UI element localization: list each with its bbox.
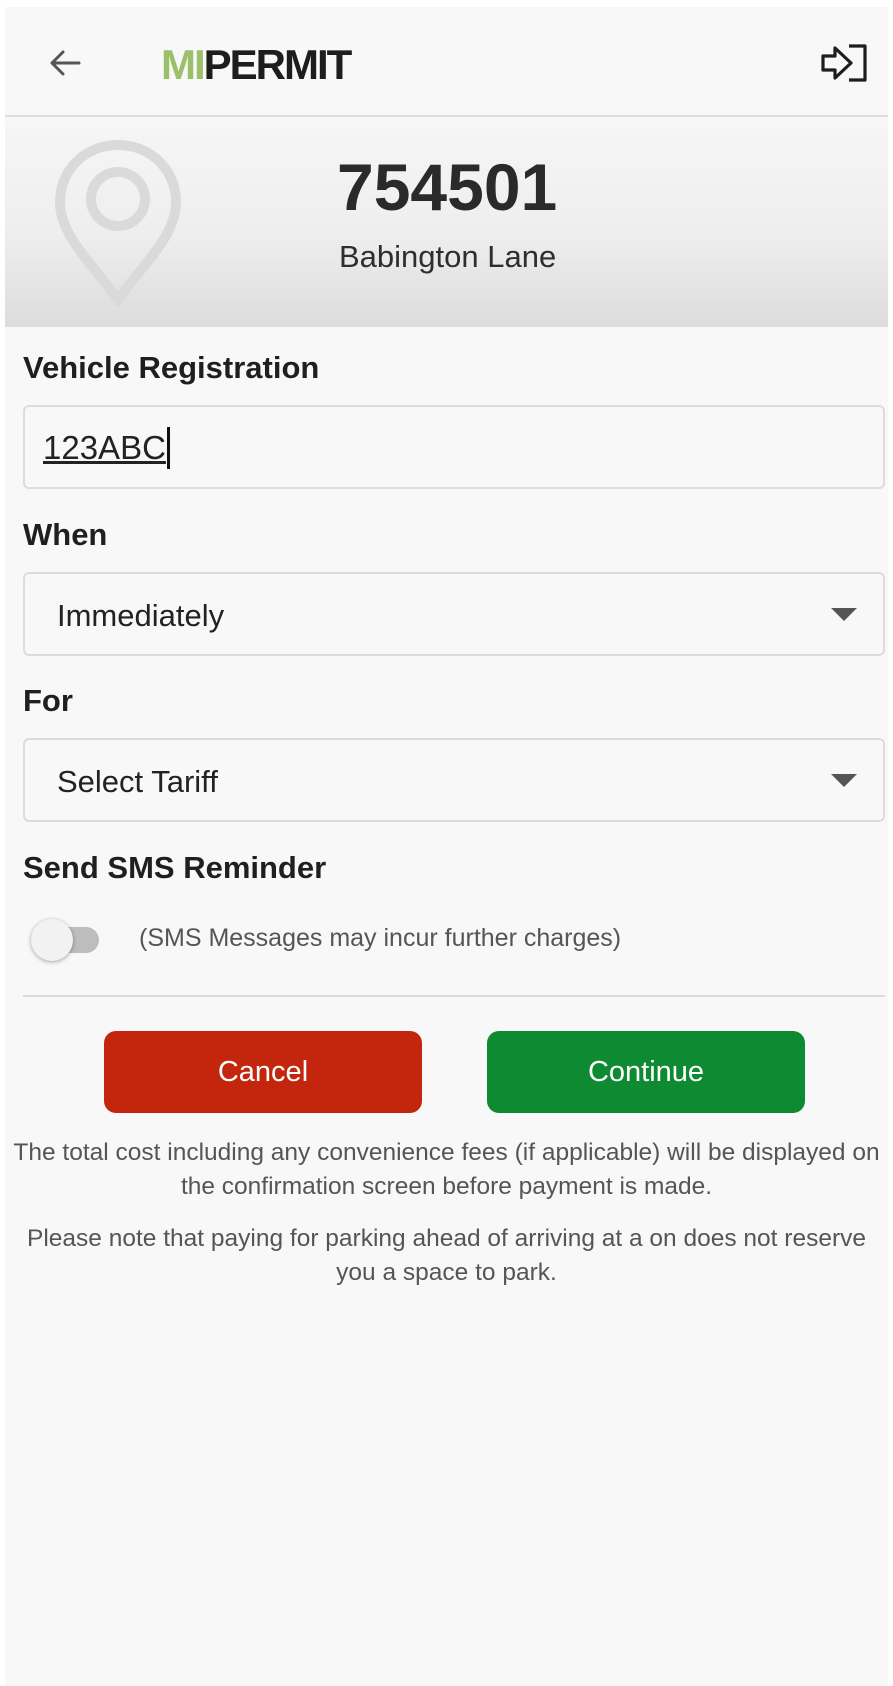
cost-info-line-1: The total cost including any convenience… [13,1139,880,1166]
back-button[interactable] [41,39,89,87]
divider [23,995,885,997]
reserve-note-line-1: Please note that paying for parking ahea… [27,1225,866,1252]
dropdown-arrow-icon [831,608,857,621]
cancel-button[interactable]: Cancel [104,1031,422,1113]
sms-reminder-toggle[interactable] [29,917,105,961]
logo-permit: PERMIT [203,41,353,88]
toggle-knob [31,919,73,961]
location-banner: 754501 Babington Lane [5,119,888,327]
when-select[interactable]: Immediately [23,572,885,656]
cost-info-line-2: the confirmation screen before payment i… [180,1173,713,1200]
for-label: For [23,683,73,718]
tariff-select[interactable]: Select Tariff [23,738,885,822]
dropdown-arrow-icon [831,774,857,787]
when-selected-value: Immediately [57,598,225,633]
logout-button[interactable] [816,39,874,87]
location-code: 754501 [337,150,558,224]
arrow-left-icon [50,50,81,76]
logout-icon [821,44,867,82]
location-name: Babington Lane [339,239,557,274]
reserve-note-line-2: you a space to park. [336,1259,557,1286]
text-cursor [166,427,170,469]
continue-button[interactable]: Continue [487,1031,805,1113]
vehicle-registration-value-wrap: 123ABC [43,427,170,469]
mipermit-logo: MIPERMIT [161,41,353,89]
sms-reminder-label: Send SMS Reminder [23,850,327,885]
vehicle-registration-input[interactable]: 123ABC [23,405,885,489]
map-pin-icon [54,139,182,307]
when-label: When [23,517,108,552]
top-app-bar: MIPERMIT [5,7,888,117]
vehicle-registration-label: Vehicle Registration [23,350,320,385]
vehicle-registration-value: 123ABC [43,429,166,466]
app-screen: MIPERMIT 754501 Babington Lane Vehicle R… [5,7,888,1686]
tariff-selected-value: Select Tariff [57,764,218,799]
logo-mi: MI [161,41,206,88]
sms-charges-note: (SMS Messages may incur further charges) [139,924,622,952]
